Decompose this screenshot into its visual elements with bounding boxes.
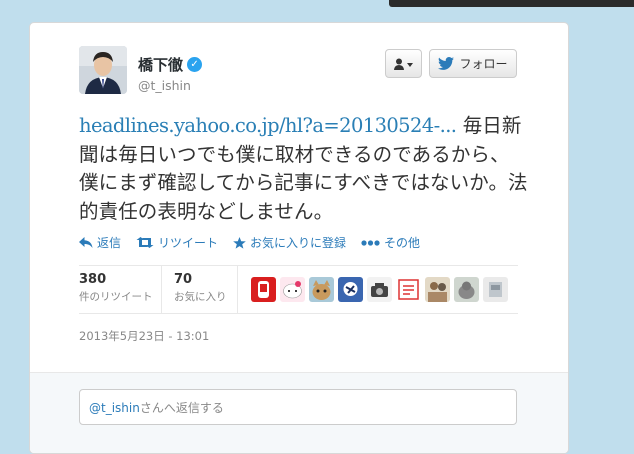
twitter-bird-icon <box>438 57 455 70</box>
reply-icon <box>79 237 93 248</box>
favorite-label: お気に入りに登録 <box>250 236 347 250</box>
author-name-row: 橋下徹 ✓ <box>138 54 203 75</box>
tweet-timestamp[interactable]: 2013年5月23日 - 13:01 <box>79 328 209 344</box>
favorite-action[interactable]: お気に入りに登録 <box>233 234 346 251</box>
favorite-count-label: お気に入り <box>174 291 227 303</box>
author-name[interactable]: 橋下徹 <box>138 54 183 75</box>
reply-input[interactable]: @t_ishinさんへ返信する <box>79 389 517 425</box>
stat-divider <box>161 265 162 313</box>
retweeter-avatar[interactable] <box>367 277 392 302</box>
user-icon <box>393 58 413 70</box>
retweeter-avatar[interactable] <box>338 277 363 302</box>
star-icon <box>233 236 246 249</box>
reply-action[interactable]: 返信 <box>79 234 121 251</box>
stat-divider <box>237 265 238 313</box>
top-bar-dark <box>389 0 634 7</box>
retweet-icon <box>136 237 154 248</box>
favorite-stat[interactable]: 70 お気に入り <box>174 272 227 304</box>
reply-label: 返信 <box>97 236 122 250</box>
retweeter-avatar[interactable] <box>309 277 334 302</box>
tweet-text: headlines.yahoo.co.jp/hl?a=20130524-... … <box>79 112 529 226</box>
tweet-actions: 返信 リツイート お気に入りに登録 その他 <box>79 234 435 251</box>
stats-divider-top <box>79 265 518 266</box>
tweet-card: 橋下徹 ✓ @t_ishin フォロー headlines.yahoo.co.j… <box>29 22 569 454</box>
retweeter-avatar[interactable] <box>280 277 305 302</box>
verified-badge-icon: ✓ <box>187 57 203 72</box>
retweeter-avatar[interactable] <box>454 277 479 302</box>
reply-mention: @t_ishin <box>89 401 140 415</box>
retweet-stat[interactable]: 380 件のリツイート <box>79 272 153 304</box>
retweet-action[interactable]: リツイート <box>136 234 218 251</box>
more-action[interactable]: その他 <box>361 234 420 251</box>
retweet-count-label: 件のリツイート <box>79 291 153 303</box>
retweet-label: リツイート <box>158 236 219 250</box>
author-handle[interactable]: @t_ishin <box>138 78 191 93</box>
stats-divider-bottom <box>79 313 518 314</box>
follow-label: フォロー <box>459 57 508 71</box>
retweeter-avatar[interactable] <box>483 277 508 302</box>
favorite-count: 70 <box>174 272 193 287</box>
retweeter-avatars <box>251 277 508 302</box>
top-bar <box>0 0 634 8</box>
retweeter-avatar[interactable] <box>251 277 276 302</box>
more-label: その他 <box>384 236 421 250</box>
more-icon <box>361 239 380 246</box>
follow-button[interactable]: フォロー <box>429 49 517 78</box>
reply-placeholder: さんへ返信する <box>139 401 224 415</box>
retweeter-avatar[interactable] <box>425 277 450 302</box>
retweeter-avatar[interactable] <box>396 277 421 302</box>
user-actions-button[interactable] <box>385 49 422 78</box>
reply-area: @t_ishinさんへ返信する <box>30 372 568 453</box>
retweet-count: 380 <box>79 272 107 287</box>
tweet-link[interactable]: headlines.yahoo.co.jp/hl?a=20130524-... <box>79 114 457 137</box>
author-avatar[interactable] <box>79 46 127 94</box>
